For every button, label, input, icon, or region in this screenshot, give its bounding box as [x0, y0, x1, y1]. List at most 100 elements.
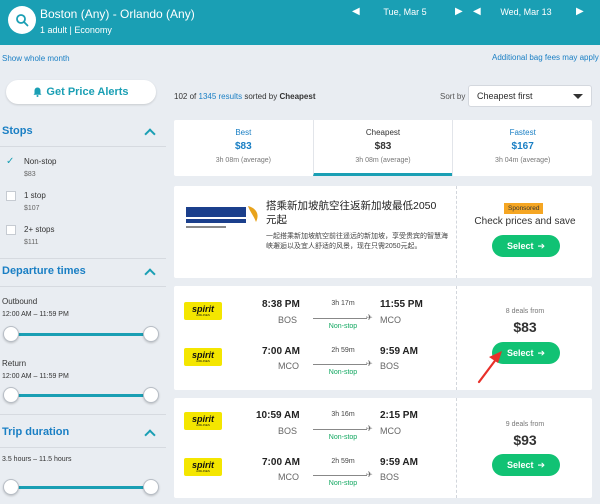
ad-title[interactable]: 搭乘新加坡航空往返新加坡最低2050元起 — [266, 200, 446, 227]
flight-result-card[interactable]: spirit AIRLINES 10:59 AM BOS 3h 16m ✈ No… — [174, 398, 592, 498]
deals-count: 9 deals from — [505, 421, 545, 428]
leg-duration: 2h 59m — [331, 347, 355, 354]
stops-2plus-label: 2+ stops — [24, 225, 55, 234]
select-label: Select — [506, 348, 534, 358]
select-label: Select — [506, 241, 534, 251]
leg-stops: Non-stop — [328, 434, 358, 441]
card-divider — [456, 286, 457, 390]
leg-depart-airport: MCO — [278, 361, 299, 371]
sort-select-value: Cheapest first — [477, 91, 533, 101]
deals-count: 8 deals from — [505, 308, 545, 315]
show-whole-month-link[interactable]: Show whole month — [2, 54, 70, 63]
plane-icon: ✈ — [366, 313, 373, 322]
stops-2plus-checkbox[interactable] — [6, 225, 16, 235]
outbound-label: Outbound — [2, 297, 38, 306]
spirit-logo-sub: AIRLINES — [196, 423, 210, 427]
cabin-text: Economy — [74, 25, 112, 35]
tab-best-price: $83 — [234, 141, 252, 152]
sort-select[interactable]: Cheapest first — [468, 85, 592, 107]
leg-line — [313, 429, 367, 430]
outbound-range: 12:00 AM – 11:59 PM — [2, 311, 69, 318]
depart-date[interactable]: Tue, Mar 5 — [350, 7, 460, 17]
leg-duration: 3h 17m — [331, 300, 355, 307]
flight-result-card[interactable]: spirit AIRLINES 8:38 PM BOS 3h 17m ✈ Non… — [174, 286, 592, 390]
divider — [0, 258, 166, 259]
ad-select-button[interactable]: Select ➔ — [492, 235, 560, 257]
trip-duration-slider-track[interactable] — [12, 486, 152, 489]
plane-icon: ✈ — [366, 470, 373, 479]
leg-depart-time: 8:38 PM — [262, 299, 300, 310]
trip-duration-collapse-icon[interactable] — [144, 429, 156, 441]
singapore-airlines-logo — [186, 204, 262, 234]
return-label: Return — [2, 359, 27, 368]
stops-2plus-price: $111 — [24, 239, 39, 246]
stops-collapse-icon[interactable] — [144, 128, 156, 140]
tab-cheapest[interactable]: Cheapest $83 3h 08m (average) — [312, 120, 453, 176]
sponsored-ad-card[interactable]: 搭乘新加坡航空往返新加坡最低2050元起 一起搭乘新加坡航空前往遥远的新加坡，享… — [174, 186, 592, 278]
trip-duration-slider-min-handle[interactable] — [3, 479, 19, 495]
spirit-airline-logo: spirit AIRLINES — [184, 412, 222, 430]
leg-line — [313, 318, 367, 319]
trip-duration-title[interactable]: Trip duration — [2, 426, 69, 438]
trip-duration-slider-max-handle[interactable] — [143, 479, 159, 495]
leg-arrive-time: 2:15 PM — [380, 410, 418, 421]
stops-title[interactable]: Stops — [2, 125, 33, 137]
leg-line — [313, 475, 367, 476]
get-price-alerts-button[interactable]: Get Price Alerts — [6, 80, 156, 104]
result-price: $83 — [513, 319, 537, 335]
select-button[interactable]: Select ➔ — [492, 454, 560, 476]
leg-depart-airport: BOS — [278, 315, 298, 325]
singapore-airlines-logo-icon — [186, 206, 258, 228]
route-text[interactable]: Boston (Any) - Orlando (Any) — [40, 7, 195, 21]
passengers-text: 1 adult — [40, 25, 68, 35]
plane-icon: ✈ — [366, 359, 373, 368]
stops-1stop-label: 1 stop — [24, 191, 46, 200]
trip-duration-range: 3.5 hours – 11.5 hours — [2, 456, 72, 463]
departure-times-collapse-icon[interactable] — [144, 268, 156, 280]
result-price: $93 — [513, 432, 537, 448]
leg-duration: 3h 16m — [331, 411, 355, 418]
return-slider-track[interactable] — [12, 394, 152, 397]
leg-arrive-time: 9:59 AM — [380, 346, 418, 357]
leg-stops: Non-stop — [328, 480, 358, 487]
outbound-slider-max-handle[interactable] — [143, 326, 159, 342]
card-divider — [456, 398, 457, 498]
tab-fastest[interactable]: Fastest $167 3h 04m (average) — [452, 120, 592, 176]
leg-depart-time: 7:00 AM — [262, 346, 300, 357]
leg-arrive-airport: BOS — [380, 361, 400, 371]
outbound-slider-track[interactable] — [12, 333, 152, 336]
leg-arrive-time: 11:55 PM — [380, 299, 423, 310]
bag-fees-link[interactable]: Additional bag fees may apply — [492, 53, 599, 62]
return-range: 12:00 AM – 11:59 PM — [2, 373, 69, 380]
stops-1stop-checkbox[interactable] — [6, 191, 16, 201]
arrow-right-icon: ➔ — [537, 459, 546, 470]
leg-depart-airport: MCO — [278, 472, 299, 482]
outbound-slider-min-handle[interactable] — [3, 326, 19, 342]
return-date[interactable]: Wed, Mar 13 — [471, 7, 581, 17]
leg-stops: Non-stop — [328, 369, 358, 376]
departure-times-title[interactable]: Departure times — [2, 265, 86, 277]
stops-1stop-price: $107 — [24, 205, 40, 212]
results-sort-name: Cheapest — [279, 92, 316, 101]
results-count: 102 of 1345 results sorted by Cheapest — [174, 92, 315, 101]
search-button[interactable] — [8, 6, 36, 34]
results-of: of — [189, 92, 197, 101]
get-price-alerts-label: Get Price Alerts — [46, 86, 129, 98]
depart-next-icon[interactable]: ▶ — [455, 6, 463, 17]
stops-nonstop-price: $83 — [24, 171, 36, 178]
return-slider-max-handle[interactable] — [143, 387, 159, 403]
leg-depart-time: 7:00 AM — [262, 457, 300, 468]
leg-arrive-time: 9:59 AM — [380, 457, 418, 468]
tab-best[interactable]: Best $83 3h 08m (average) — [174, 120, 313, 176]
stops-nonstop-checkbox[interactable]: ✓ — [6, 156, 14, 167]
tab-cheapest-label: Cheapest — [365, 128, 401, 137]
leg-depart-airport: BOS — [278, 426, 298, 436]
divider — [0, 414, 166, 415]
return-slider-min-handle[interactable] — [3, 387, 19, 403]
tab-best-label: Best — [235, 128, 252, 137]
search-header: Boston (Any) - Orlando (Any) 1 adult | E… — [0, 0, 600, 45]
tab-cheapest-duration: 3h 08m (average) — [355, 157, 411, 164]
spirit-airline-logo: spirit AIRLINES — [184, 302, 222, 320]
passengers-cabin[interactable]: 1 adult | Economy — [40, 25, 112, 35]
return-next-icon[interactable]: ▶ — [576, 6, 584, 17]
